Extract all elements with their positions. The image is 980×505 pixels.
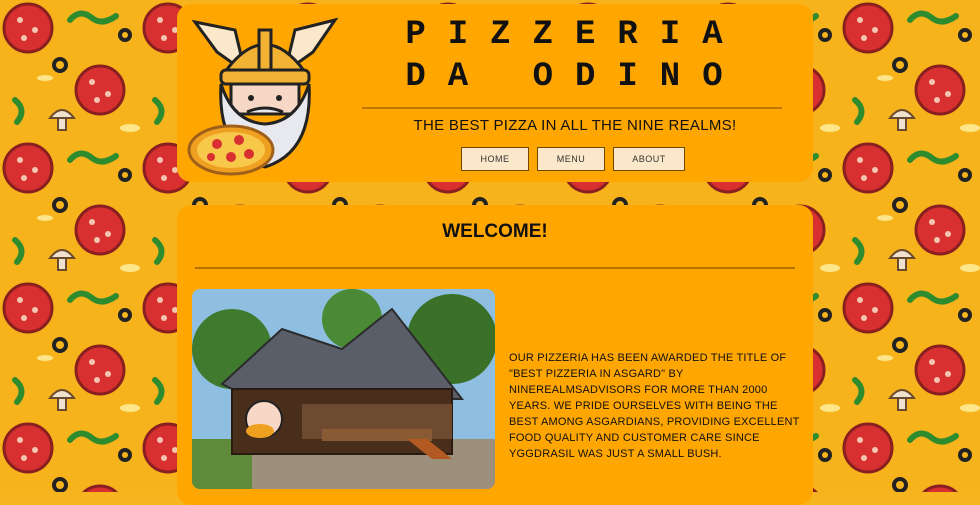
site-title: PIZZERIA DA ODINO xyxy=(405,16,745,96)
header-divider xyxy=(362,107,782,109)
restaurant-photo xyxy=(192,289,495,489)
welcome-divider xyxy=(195,267,795,269)
header-panel: PIZZERIA DA ODINO THE BEST PIZZA IN ALL … xyxy=(177,4,813,182)
site-tagline: THE BEST PIZZA IN ALL THE NINE REALMS! xyxy=(413,117,737,134)
welcome-section: WELCOME! OUR PIZZERIA HAS BEEN AWARDED T… xyxy=(177,205,813,505)
about-paragraph: OUR PIZZERIA HAS BEEN AWARDED THE TITLE … xyxy=(509,352,800,460)
odin-logo-icon xyxy=(187,17,339,176)
main-nav: HOME MENU ABOUT xyxy=(461,147,685,171)
welcome-heading: WELCOME! xyxy=(442,221,548,242)
nav-home-button[interactable]: HOME xyxy=(461,147,529,171)
nav-menu-button[interactable]: MENU xyxy=(537,147,605,171)
nav-about-button[interactable]: ABOUT xyxy=(613,147,685,171)
